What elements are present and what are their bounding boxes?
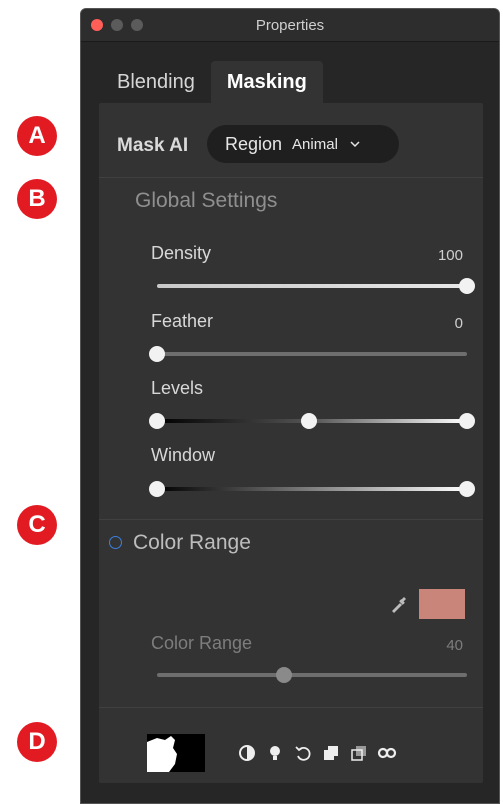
mask-toolbar bbox=[237, 743, 397, 763]
color-range-title: Color Range bbox=[133, 531, 251, 554]
window-low-handle[interactable] bbox=[149, 481, 165, 497]
window-label: Window bbox=[151, 445, 216, 465]
eyedropper-icon[interactable] bbox=[389, 594, 409, 614]
callout-a: A bbox=[17, 116, 57, 156]
color-range-slider-label: Color Range bbox=[151, 633, 253, 653]
divider bbox=[99, 519, 483, 520]
feather-slider[interactable] bbox=[149, 346, 467, 362]
levels-label: Levels bbox=[151, 378, 204, 398]
title-bar: Properties bbox=[81, 9, 499, 42]
levels-white-handle[interactable] bbox=[459, 413, 475, 429]
global-settings-title: Global Settings bbox=[135, 189, 278, 212]
tab-blending[interactable]: Blending bbox=[101, 61, 211, 103]
callout-c: C bbox=[17, 505, 57, 545]
window-title: Properties bbox=[255, 17, 325, 34]
color-range-slider[interactable] bbox=[157, 667, 467, 683]
region-label: Region bbox=[225, 133, 283, 154]
mask-ai-label: Mask AI bbox=[117, 135, 189, 156]
lightbulb-icon[interactable] bbox=[265, 743, 285, 763]
mask-thumbnail[interactable] bbox=[147, 734, 205, 772]
tab-masking[interactable]: Masking bbox=[210, 61, 323, 103]
link-icon[interactable] bbox=[377, 743, 397, 763]
density-slider[interactable] bbox=[157, 278, 475, 294]
divider bbox=[99, 707, 483, 708]
region-value: Animal bbox=[292, 135, 338, 153]
region-dropdown[interactable]: Region Animal bbox=[207, 125, 399, 163]
density-label: Density bbox=[151, 243, 212, 263]
color-range-slider-handle[interactable] bbox=[276, 667, 293, 683]
levels-mid-handle[interactable] bbox=[300, 413, 317, 429]
undo-icon[interactable] bbox=[293, 743, 313, 763]
levels-black-handle[interactable] bbox=[149, 413, 165, 429]
feather-value: 0 bbox=[454, 315, 463, 332]
levels-slider[interactable] bbox=[149, 413, 475, 429]
color-range-slider-value: 40 bbox=[446, 637, 463, 654]
window-high-handle[interactable] bbox=[459, 481, 475, 497]
color-range-toggle[interactable] bbox=[109, 536, 122, 549]
invert-icon[interactable] bbox=[237, 743, 257, 763]
color-swatch[interactable] bbox=[419, 589, 465, 619]
masking-panel: Mask AI Region Animal Global Settings De… bbox=[99, 103, 483, 783]
feather-label: Feather bbox=[151, 311, 214, 331]
copy-mask-icon[interactable] bbox=[321, 743, 341, 763]
divider bbox=[99, 177, 483, 178]
density-value: 100 bbox=[437, 247, 463, 264]
callout-b: B bbox=[17, 179, 57, 219]
properties-window: Properties Blending Masking Mask AI Regi… bbox=[80, 8, 500, 804]
feather-slider-handle[interactable] bbox=[149, 346, 165, 362]
tab-bar: Blending Masking bbox=[101, 61, 323, 103]
density-slider-handle[interactable] bbox=[459, 278, 475, 294]
callout-d: D bbox=[17, 722, 57, 762]
paste-mask-icon[interactable] bbox=[349, 743, 369, 763]
chevron-down-icon bbox=[350, 141, 360, 148]
window-slider[interactable] bbox=[149, 481, 475, 497]
